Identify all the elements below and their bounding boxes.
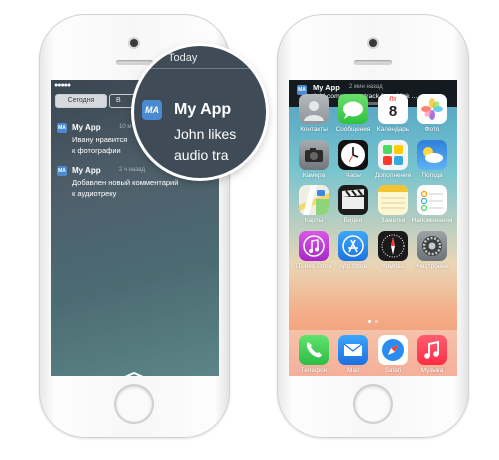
magnified-text: John likes audio tra (174, 124, 236, 166)
page-indicator-dot[interactable] (375, 320, 378, 323)
front-camera (369, 39, 377, 47)
messages-icon[interactable] (338, 94, 368, 124)
app-store-icon[interactable] (338, 231, 368, 261)
app-badge-icon: MA (57, 123, 67, 133)
page-indicator-dot[interactable] (368, 320, 371, 323)
front-camera (130, 39, 138, 47)
extras-icon[interactable] (378, 140, 408, 170)
earpiece-speaker (116, 60, 153, 65)
banner-app-name: My App (313, 83, 340, 92)
home-screen: MA My App 2 мин назад Add comment to tra… (289, 80, 457, 376)
camera-icon[interactable] (299, 140, 329, 170)
app-label: Фото (424, 126, 440, 133)
app-label: Напоминания (411, 217, 453, 224)
magnified-divider (134, 68, 266, 69)
notification-app-name: My App (72, 166, 101, 175)
settings-icon[interactable] (417, 231, 447, 261)
notification-line: Ивану нравится (72, 135, 128, 144)
banner-time: 2 мин назад (349, 84, 383, 90)
magnified-line: audio tra (174, 147, 229, 163)
home-button[interactable] (355, 386, 391, 422)
notification-line: к аудиотреку (72, 189, 117, 198)
maps-icon[interactable] (299, 185, 329, 215)
magnified-notification: Today MA My App John likes audio tra (134, 46, 266, 178)
photos-icon[interactable] (417, 94, 447, 124)
app-label: Музыка (420, 367, 444, 374)
phone-icon[interactable] (299, 335, 329, 365)
compass-icon[interactable] (378, 231, 408, 261)
notification-time: 2 ч назад (119, 167, 145, 173)
calendar-icon[interactable]: Пт 8 (378, 94, 408, 124)
magnified-header: Today (168, 52, 198, 64)
weather-icon[interactable] (417, 140, 447, 170)
clock-icon[interactable] (338, 140, 368, 170)
app-badge-icon: MA (57, 166, 67, 176)
music-icon[interactable] (417, 335, 447, 365)
app-badge-icon: MA (142, 100, 162, 120)
mail-icon[interactable] (338, 335, 368, 365)
magnified-line: John likes (174, 126, 237, 142)
notes-icon[interactable] (378, 185, 408, 215)
notification-line: Добавлен новый комментарий (72, 178, 179, 187)
grabber-chevron-icon[interactable] (123, 365, 145, 376)
reminders-icon[interactable] (417, 185, 447, 215)
notification-line: к фотографии (72, 146, 121, 155)
contacts-icon[interactable] (299, 94, 329, 124)
notification-app-name: My App (72, 123, 101, 132)
dock: Телефон Mail Safari Музыка (289, 330, 457, 376)
notification-text: Ивану нравится к фотографии (72, 134, 127, 156)
notification-text: Добавлен новый комментарий к аудиотреку (72, 177, 178, 199)
magnified-app-name: My App (174, 101, 232, 118)
earpiece-speaker (354, 60, 392, 65)
videos-icon[interactable] (338, 185, 368, 215)
itunes-store-icon[interactable] (299, 231, 329, 261)
home-button[interactable] (116, 386, 152, 422)
notification-time: 10 м (119, 124, 132, 130)
safari-icon[interactable] (378, 335, 408, 365)
signal-dots-icon: ●●●●● (54, 82, 71, 89)
app-label: Настройки (416, 263, 448, 270)
tab-today[interactable]: Сегодня (55, 94, 107, 108)
app-label: Погода (421, 172, 443, 179)
